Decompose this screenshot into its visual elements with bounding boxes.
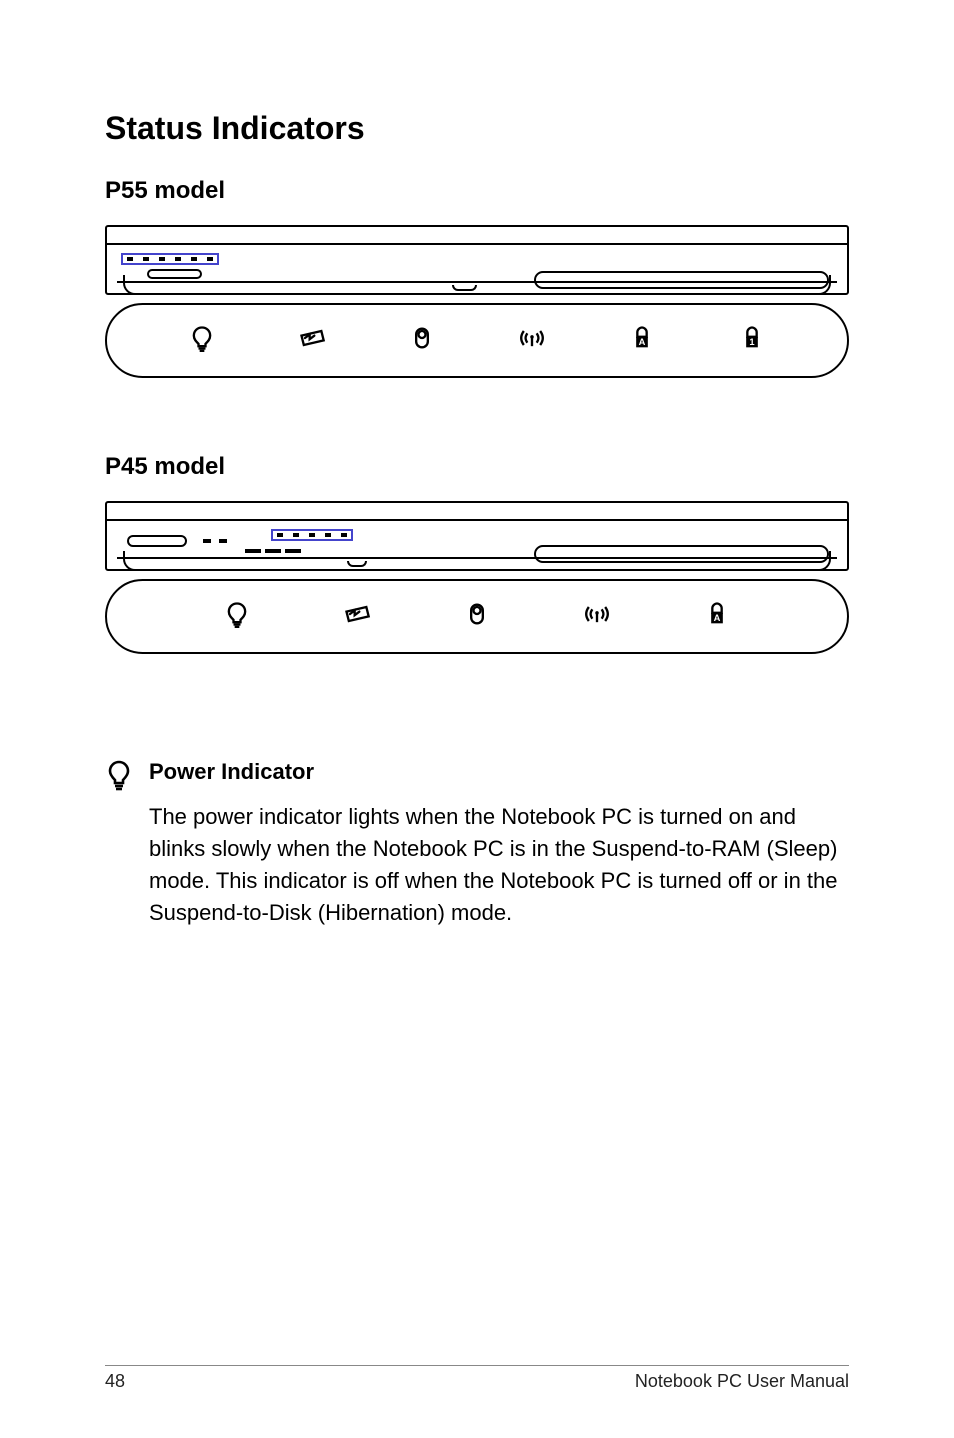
indicator-heading: Power Indicator bbox=[149, 759, 849, 785]
page-footer: 48 Notebook PC User Manual bbox=[105, 1365, 849, 1392]
wireless-icon bbox=[518, 324, 546, 357]
page-number: 48 bbox=[105, 1371, 125, 1392]
num-lock-icon bbox=[738, 324, 766, 357]
power-icon bbox=[105, 759, 133, 798]
page-title: Status Indicators bbox=[105, 110, 849, 147]
power-icon bbox=[223, 600, 251, 633]
p55-section: P55 model bbox=[105, 177, 849, 378]
wireless-icon bbox=[583, 600, 611, 633]
p45-section: P45 model bbox=[105, 453, 849, 654]
caps-lock-icon bbox=[703, 600, 731, 633]
drive-icon bbox=[408, 324, 436, 357]
caps-lock-icon bbox=[628, 324, 656, 357]
p55-heading: P55 model bbox=[105, 177, 849, 205]
p55-diagram bbox=[105, 225, 849, 378]
p45-heading: P45 model bbox=[105, 453, 849, 481]
battery-icon bbox=[343, 600, 371, 633]
p45-diagram bbox=[105, 501, 849, 654]
manual-title: Notebook PC User Manual bbox=[635, 1371, 849, 1392]
battery-icon bbox=[298, 324, 326, 357]
power-indicator-block: Power Indicator The power indicator ligh… bbox=[105, 759, 849, 929]
drive-icon bbox=[463, 600, 491, 633]
p55-icon-strip bbox=[105, 303, 849, 378]
p45-icon-strip bbox=[105, 579, 849, 654]
indicator-description: The power indicator lights when the Note… bbox=[149, 801, 849, 929]
power-icon bbox=[188, 324, 216, 357]
